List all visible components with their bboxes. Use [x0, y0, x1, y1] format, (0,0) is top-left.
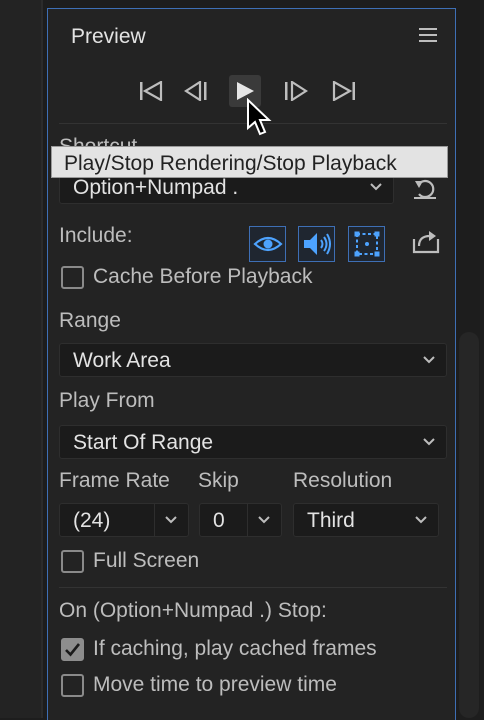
include-label: Include:: [59, 224, 133, 247]
include-audio-button[interactable]: [298, 226, 335, 262]
checkmark-icon: [65, 643, 81, 657]
play-button-tooltip: Play/Stop Rendering/Stop Playback: [51, 146, 448, 178]
scrollbar[interactable]: [459, 332, 479, 718]
chevron-down-icon: [423, 438, 435, 446]
speaker-icon: [303, 233, 331, 255]
combo-divider: [247, 504, 248, 536]
skip-dropdown[interactable]: 0: [199, 503, 282, 537]
frame-rate-label: Frame Rate: [59, 469, 170, 492]
frame-rate-value: (24): [73, 509, 111, 532]
export-settings-icon[interactable]: [411, 227, 441, 255]
skip-to-end-icon: [332, 81, 355, 101]
chevron-down-icon: [165, 516, 177, 524]
overlay-frame-icon: [354, 231, 379, 257]
next-frame-button[interactable]: [279, 75, 311, 107]
mouse-cursor-icon: [247, 98, 272, 136]
step-back-icon: [184, 81, 207, 101]
range-dropdown[interactable]: Work Area: [59, 343, 447, 377]
skip-value: 0: [213, 509, 225, 532]
if-caching-checkbox[interactable]: [61, 638, 84, 661]
resolution-value: Third: [307, 509, 355, 532]
frame-rate-dropdown[interactable]: (24): [59, 503, 189, 537]
skip-to-start-icon: [140, 81, 163, 101]
range-value: Work Area: [73, 349, 171, 372]
panel-title: Preview: [71, 25, 146, 48]
include-video-button[interactable]: [249, 226, 286, 262]
resolution-dropdown[interactable]: Third: [293, 503, 439, 537]
last-frame-button[interactable]: [328, 75, 360, 107]
chevron-down-icon: [258, 516, 270, 524]
play-from-value: Start Of Range: [73, 431, 214, 454]
chevron-down-icon: [423, 356, 435, 364]
range-label: Range: [59, 309, 121, 332]
combo-divider: [154, 504, 155, 536]
if-caching-label: If caching, play cached frames: [93, 637, 377, 660]
skip-label: Skip: [198, 469, 239, 492]
reset-shortcut-icon[interactable]: [411, 175, 439, 203]
separator: [59, 587, 447, 588]
include-overlays-button[interactable]: [348, 226, 385, 262]
cache-before-playback-checkbox[interactable]: [61, 266, 84, 289]
eye-icon: [252, 236, 283, 252]
move-time-label: Move time to preview time: [93, 673, 337, 696]
stop-options-heading: On (Option+Numpad .) Stop:: [59, 599, 327, 622]
shortcut-value: Option+Numpad .: [73, 176, 239, 199]
step-forward-icon: [285, 81, 308, 101]
panel-divider[interactable]: [41, 0, 43, 718]
panel-menu-icon[interactable]: [419, 28, 437, 43]
move-time-checkbox[interactable]: [61, 674, 84, 697]
chevron-down-icon: [370, 183, 382, 191]
left-panel-strip: [0, 0, 41, 718]
full-screen-checkbox[interactable]: [61, 550, 84, 573]
previous-frame-button[interactable]: [181, 75, 213, 107]
play-from-dropdown[interactable]: Start Of Range: [59, 425, 447, 459]
chevron-down-icon: [415, 516, 427, 524]
cache-before-playback-label: Cache Before Playback: [93, 265, 313, 288]
play-from-label: Play From: [59, 389, 155, 412]
resolution-label: Resolution: [293, 469, 393, 492]
first-frame-button[interactable]: [135, 75, 167, 107]
full-screen-label: Full Screen: [93, 549, 200, 572]
